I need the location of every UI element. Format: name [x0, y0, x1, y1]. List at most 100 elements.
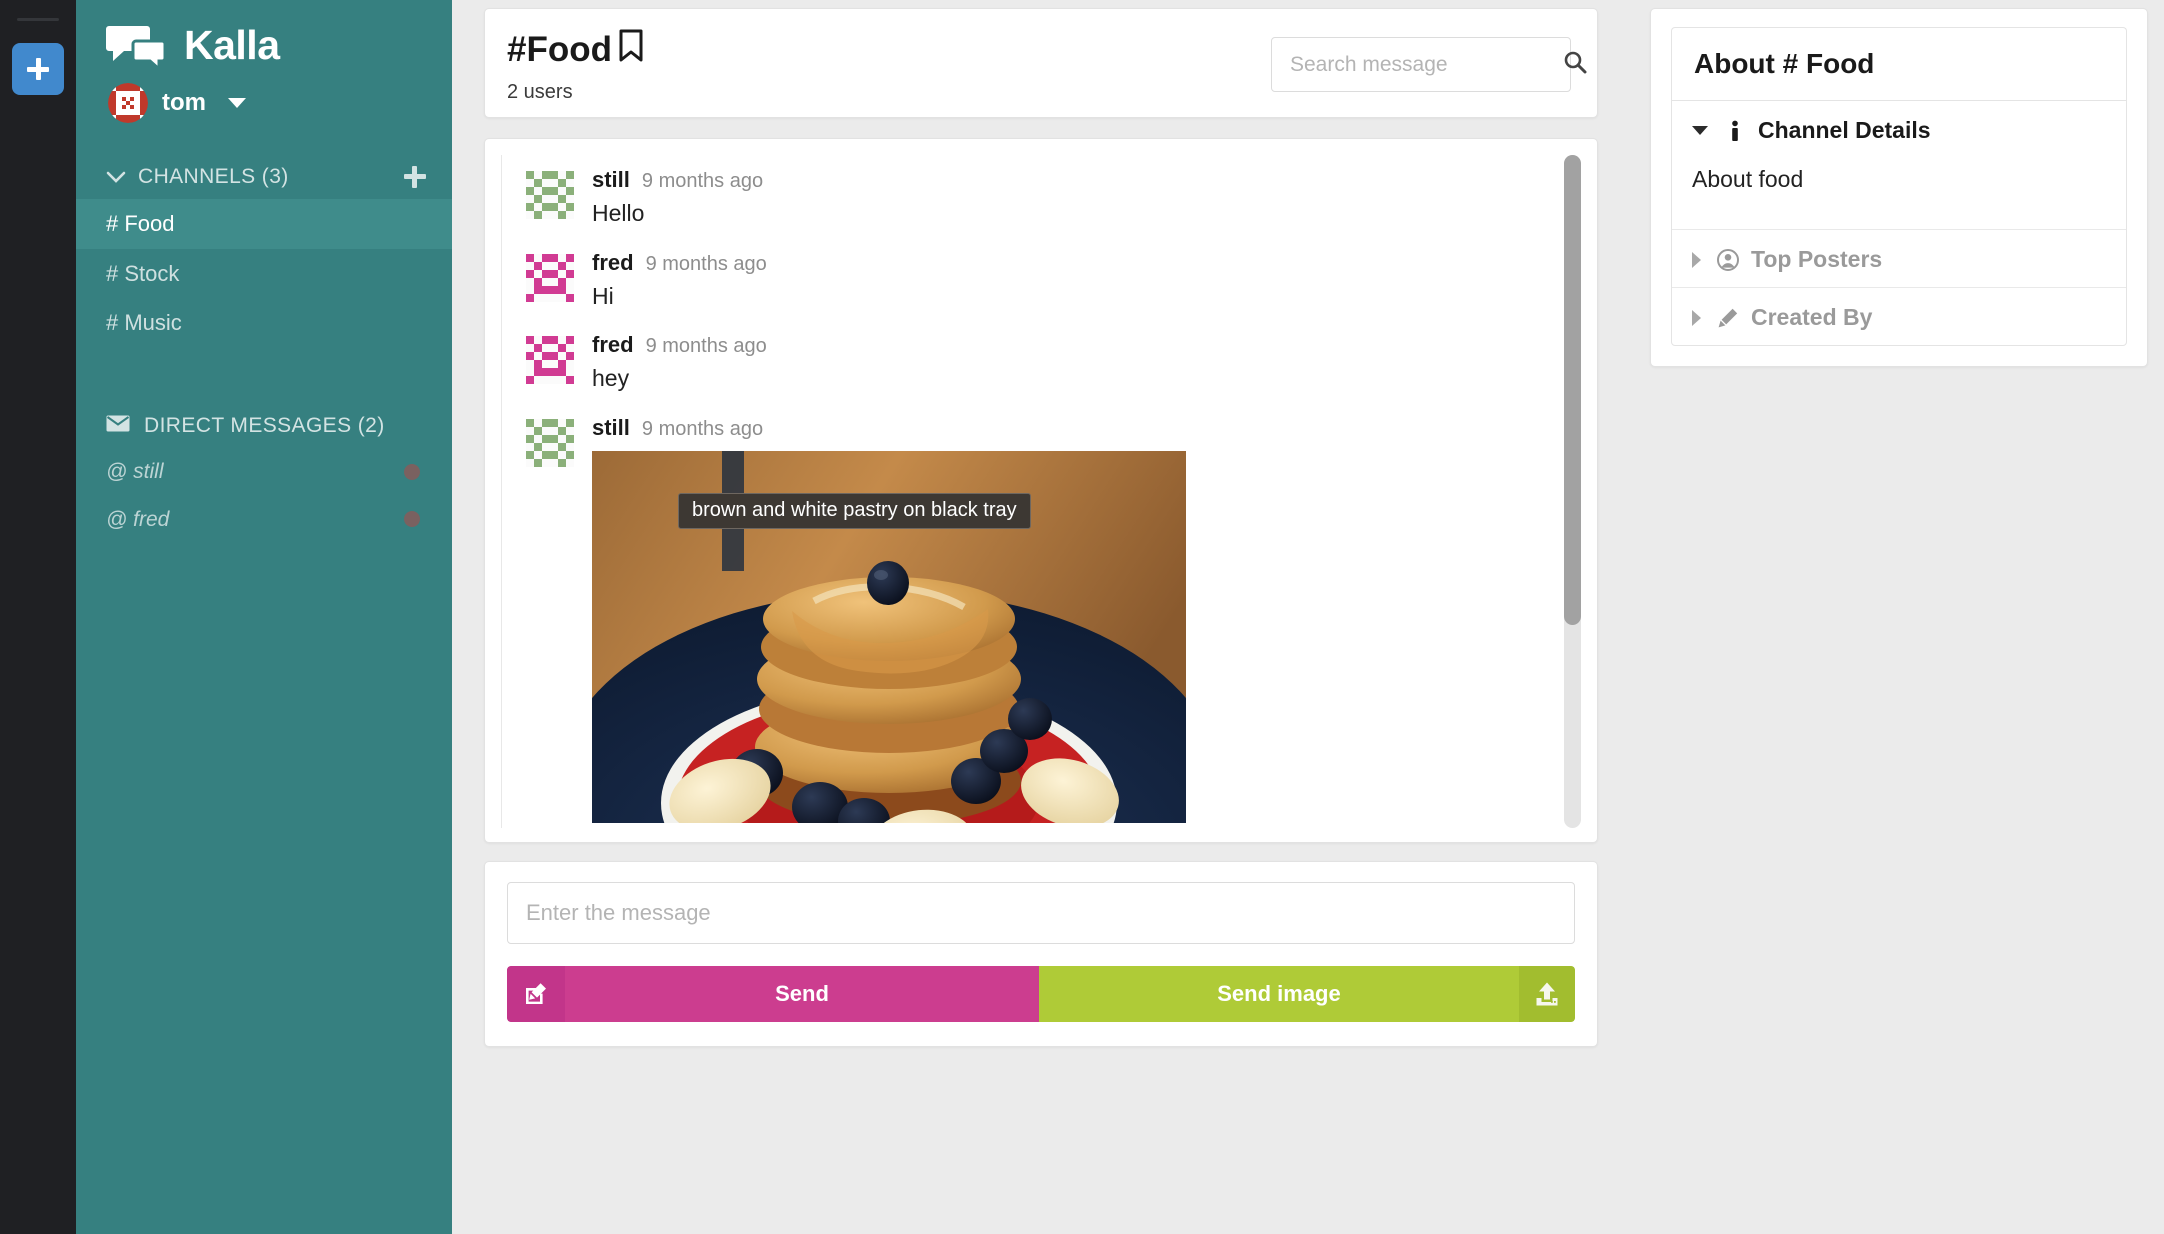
direct-messages-section-label: DIRECT MESSAGES (2): [144, 414, 385, 438]
left-rail: [0, 0, 76, 1234]
message-scrollbar-thumb[interactable]: [1564, 155, 1581, 625]
sidebar-item-food[interactable]: # Food: [76, 199, 452, 249]
current-user-name: tom: [162, 89, 206, 116]
send-button[interactable]: Send: [507, 966, 1039, 1022]
about-title: About # Food: [1671, 27, 2127, 100]
message-time: 9 months ago: [645, 335, 767, 358]
channel-details-body: About food: [1692, 166, 1804, 192]
identicon-avatar-red: [108, 83, 148, 123]
message-image-wrapper: brown and white pastry on black tray: [592, 450, 1186, 823]
message-meta: fred 9 months ago: [592, 250, 1581, 276]
message-time: 9 months ago: [641, 170, 764, 192]
message-author: fred: [592, 332, 634, 358]
identicon-avatar-pink: [526, 336, 574, 385]
compose-icon: [507, 966, 565, 1022]
message-time: 9 months ago: [641, 417, 764, 440]
triangle-right-icon: [1692, 251, 1701, 268]
message-body: fred 9 months ago Hi: [592, 250, 1581, 311]
rail-divider: [17, 18, 59, 21]
status-dot: [404, 511, 420, 528]
message-text: Hello: [592, 200, 645, 226]
channels-section-header[interactable]: CHANNELS (3): [76, 165, 452, 189]
message-body: fred 9 months ago hey: [592, 332, 1581, 393]
about-accordion: Channel Details About food Top Posters C…: [1671, 100, 2127, 346]
message-item: fred 9 months ago Hi: [526, 250, 1581, 311]
chat-bubbles-icon: [106, 23, 168, 72]
right-panel: About # Food Channel Details About food …: [1632, 0, 2164, 1234]
channels-section-label: CHANNELS (3): [138, 165, 289, 188]
chevron-down-icon[interactable]: [228, 98, 246, 108]
message-author: still: [592, 167, 630, 192]
envelope-icon: [106, 414, 130, 438]
message-meta: still 9 months ago: [592, 167, 1581, 193]
message-time: 9 months ago: [645, 252, 767, 275]
dm-label: @ fred: [106, 507, 170, 531]
brand-title: Kalla: [184, 22, 280, 68]
current-user[interactable]: tom: [76, 83, 452, 123]
direct-messages-section-header[interactable]: DIRECT MESSAGES (2): [76, 414, 452, 438]
channel-list: # Food # Stock # Music: [76, 199, 452, 348]
composer-buttons: Send Send image: [507, 966, 1575, 1022]
plus-icon: [27, 58, 49, 80]
message-author: fred: [592, 249, 634, 275]
add-channel-button[interactable]: [404, 166, 426, 188]
message-item: still 9 months ago Hello: [526, 167, 1581, 228]
image-alt-tooltip: brown and white pastry on black tray: [678, 492, 1031, 529]
accordion-section-channel-details: Channel Details About food: [1672, 101, 2126, 230]
sidebar: Kalla tom CHANNELS (3) # Food # Stock # …: [76, 0, 452, 1234]
user-count: 2 users: [507, 80, 573, 103]
upload-icon: [1519, 966, 1575, 1022]
message-text: hey: [592, 365, 630, 392]
search-box[interactable]: [1271, 37, 1587, 92]
sidebar-item-music[interactable]: # Music: [76, 298, 452, 348]
app-root: Kalla tom CHANNELS (3) # Food # Stock # …: [0, 0, 2164, 1234]
chevron-down-icon: [106, 165, 126, 189]
direct-message-list: @ still @ fred: [76, 448, 452, 543]
send-image-button[interactable]: Send image: [1039, 966, 1575, 1022]
message-item: fred 9 months ago hey: [526, 332, 1581, 393]
about-card: About # Food Channel Details About food …: [1650, 8, 2148, 367]
send-image-button-label: Send image: [1217, 981, 1341, 1006]
accordion-header-created-by[interactable]: Created By: [1672, 288, 2126, 345]
identicon-avatar-green: [526, 418, 574, 467]
info-icon: [1724, 120, 1746, 142]
composer: Send Send image: [484, 861, 1598, 1047]
sidebar-item-dm-fred[interactable]: @ fred: [76, 496, 452, 544]
search-icon[interactable]: [1563, 50, 1587, 79]
channel-title-text: #Food: [507, 29, 612, 69]
accordion-label: Top Posters: [1751, 246, 1883, 272]
accordion-label: Created By: [1751, 304, 1873, 330]
identicon-avatar-green: [526, 171, 574, 219]
identicon-avatar-pink: [526, 253, 574, 302]
accordion-header-channel-details[interactable]: Channel Details: [1672, 101, 2126, 158]
main-column: #Food 2 users Search message still 9 mon…: [452, 0, 1632, 1234]
add-workspace-button[interactable]: [12, 43, 64, 95]
pencil-icon: [1717, 307, 1739, 329]
sidebar-item-stock[interactable]: # Stock: [76, 249, 452, 299]
message-body: still 9 months ago brown and white pastr…: [592, 415, 1581, 823]
triangle-down-icon: [1692, 126, 1708, 135]
accordion-header-top-posters[interactable]: Top Posters: [1672, 230, 2126, 287]
channel-header-left: #Food 2 users: [507, 27, 644, 104]
person-circle-icon: [1717, 248, 1739, 271]
sidebar-item-dm-still[interactable]: @ still: [76, 448, 452, 496]
send-button-label: Send: [775, 981, 829, 1006]
search-input[interactable]: [1288, 51, 1563, 78]
message-meta: still 9 months ago: [592, 415, 1581, 441]
status-dot: [404, 463, 420, 480]
message-list-card: still 9 months ago Hello fred 9 months a…: [484, 138, 1598, 843]
triangle-right-icon: [1692, 309, 1701, 326]
dm-label: @ still: [106, 460, 164, 484]
message-item: still 9 months ago brown and white pastr…: [526, 415, 1581, 823]
message-meta: fred 9 months ago: [592, 332, 1581, 358]
accordion-section-created-by: Created By: [1672, 288, 2126, 345]
message-text: Hi: [592, 282, 614, 309]
accordion-section-top-posters: Top Posters: [1672, 230, 2126, 288]
bookmark-icon[interactable]: [618, 29, 644, 71]
message-input[interactable]: [507, 882, 1575, 944]
page-title: #Food: [507, 29, 644, 71]
channel-header: #Food 2 users: [484, 8, 1598, 118]
message-scrollbar-track[interactable]: [1564, 155, 1581, 828]
brand: Kalla: [76, 22, 452, 72]
message-body: still 9 months ago Hello: [592, 167, 1581, 228]
